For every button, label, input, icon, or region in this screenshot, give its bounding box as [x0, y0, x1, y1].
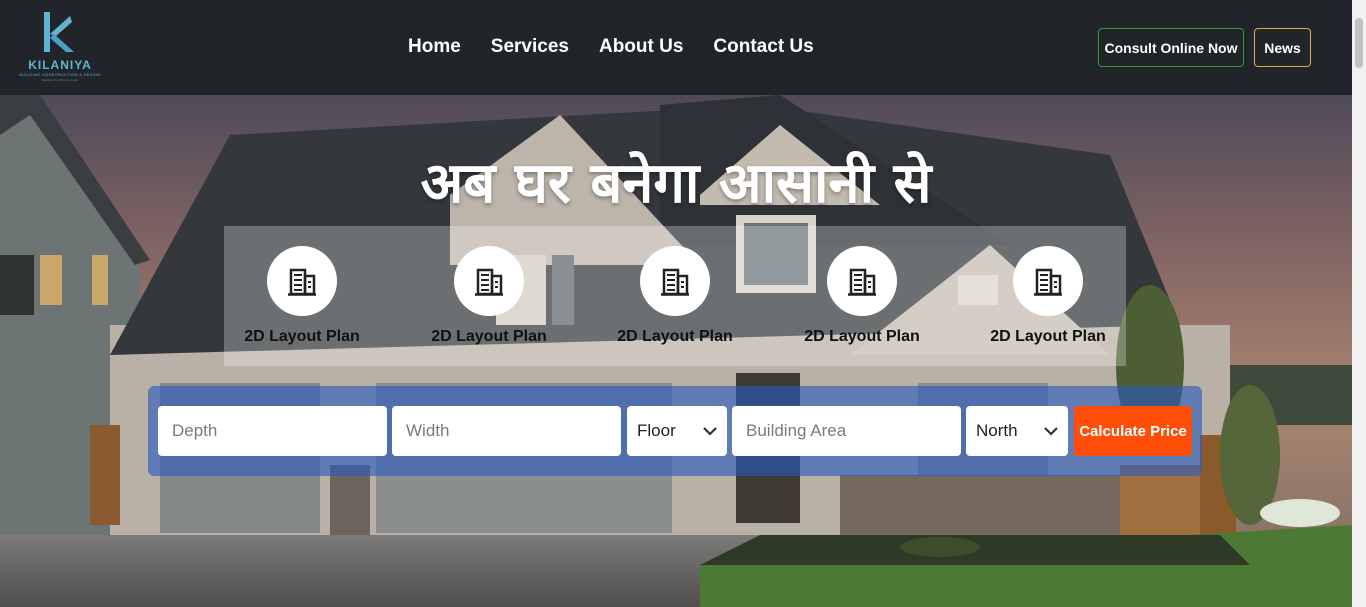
logo-tagline: Building Your Dream Home — [41, 78, 79, 82]
consult-online-button[interactable]: Consult Online Now — [1098, 28, 1244, 67]
nav-about-us[interactable]: About Us — [599, 34, 683, 60]
nav-services[interactable]: Services — [491, 34, 569, 60]
hero-headline: अब घर बनेगा आसानी से — [420, 151, 932, 216]
scrollbar-thumb[interactable] — [1355, 18, 1363, 68]
feature-icon-circle — [267, 246, 337, 316]
direction-select-value: North — [976, 421, 1018, 440]
feature-item-5[interactable]: 2D Layout Plan — [978, 246, 1118, 346]
direction-select[interactable]: North — [966, 406, 1068, 456]
feature-label: 2D Layout Plan — [990, 328, 1106, 345]
depth-input[interactable] — [158, 406, 387, 456]
calculate-price-button[interactable]: Calculate Price — [1074, 406, 1192, 456]
feature-item-3[interactable]: 2D Layout Plan — [605, 246, 745, 346]
building-icon — [661, 268, 689, 296]
nav-contact-us[interactable]: Contact Us — [713, 34, 813, 60]
building-icon — [848, 268, 876, 296]
price-calculator-form: Floor North Calculate Price — [148, 386, 1202, 476]
feature-icon-circle — [640, 246, 710, 316]
feature-label: 2D Layout Plan — [431, 328, 547, 345]
top-navbar: KILANIYA BUILDING CONSTRUCTION & DESIGN … — [0, 0, 1352, 95]
feature-label: 2D Layout Plan — [617, 328, 733, 345]
news-button[interactable]: News — [1254, 28, 1311, 67]
logo-k-mark — [44, 12, 74, 52]
hero-section: अब घर बनेगा आसानी से 2D Layout Plan 2D L… — [0, 95, 1352, 607]
page-scrollbar[interactable] — [1352, 0, 1366, 607]
main-nav: Home Services About Us Contact Us — [408, 34, 814, 60]
logo-subtitle: BUILDING CONSTRUCTION & DESIGN — [19, 72, 101, 77]
feature-label: 2D Layout Plan — [244, 328, 360, 345]
building-icon — [1034, 268, 1062, 296]
floor-select-value: Floor — [637, 421, 676, 440]
logo-name: KILANIYA — [28, 58, 92, 72]
feature-icon-circle — [1013, 246, 1083, 316]
feature-icon-circle — [827, 246, 897, 316]
feature-item-2[interactable]: 2D Layout Plan — [419, 246, 559, 346]
brand-logo[interactable]: KILANIYA BUILDING CONSTRUCTION & DESIGN … — [18, 10, 102, 82]
building-area-input[interactable] — [732, 406, 961, 456]
chevron-down-icon — [703, 427, 717, 436]
width-input[interactable] — [392, 406, 621, 456]
feature-item-1[interactable]: 2D Layout Plan — [232, 246, 372, 346]
building-icon — [288, 268, 316, 296]
feature-label: 2D Layout Plan — [804, 328, 920, 345]
feature-icon-circle — [454, 246, 524, 316]
building-icon — [475, 268, 503, 296]
feature-strip: 2D Layout Plan 2D Layout Plan 2D Layout … — [224, 226, 1126, 366]
nav-home[interactable]: Home — [408, 34, 461, 60]
floor-select[interactable]: Floor — [627, 406, 727, 456]
chevron-down-icon — [1044, 427, 1058, 436]
feature-item-4[interactable]: 2D Layout Plan — [792, 246, 932, 346]
